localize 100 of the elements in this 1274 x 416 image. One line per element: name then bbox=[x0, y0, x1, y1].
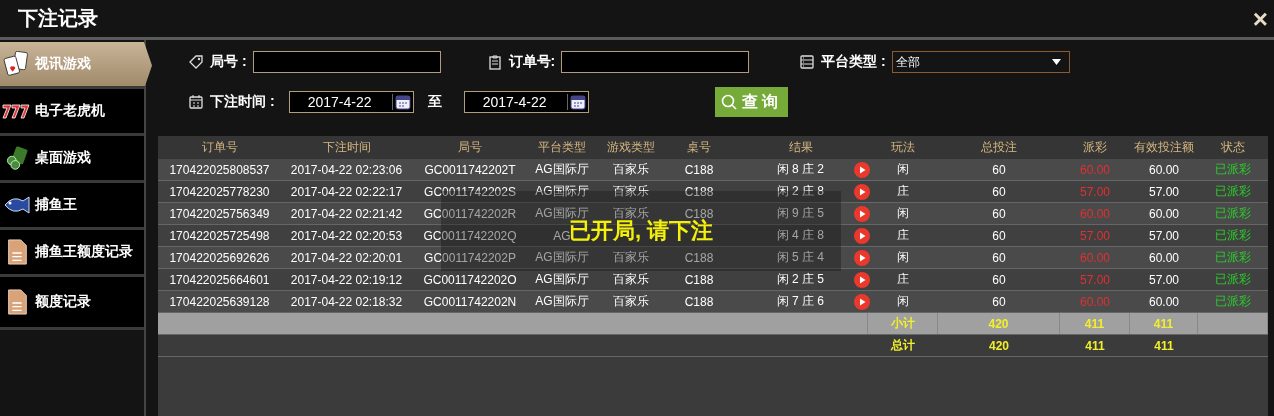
table-cell: 2017-04-22 02:20:53 bbox=[290, 228, 403, 243]
table-cell: 60.00 bbox=[1080, 250, 1110, 265]
column-header: 平台类型 bbox=[537, 139, 587, 156]
calendar-icon bbox=[188, 94, 204, 110]
sidebar-item[interactable]: 捕鱼王额度记录 bbox=[0, 230, 144, 277]
table-cell: C188 bbox=[684, 250, 714, 265]
column-header: 状态 bbox=[1220, 139, 1246, 156]
table-cell: C188 bbox=[684, 184, 714, 199]
table-cell: GC0011742202P bbox=[424, 250, 516, 265]
play-icon[interactable] bbox=[854, 161, 870, 178]
table-cell: 庄 bbox=[897, 227, 909, 244]
platform-label: 平台类型 : bbox=[821, 53, 886, 71]
column-header: 桌号 bbox=[686, 139, 712, 156]
table-cell: 庄 bbox=[897, 183, 909, 200]
table-cell: AG国际厅 bbox=[535, 249, 589, 266]
platform-select[interactable]: 全部 bbox=[891, 51, 1070, 73]
play-icon[interactable] bbox=[854, 227, 870, 244]
play-icon[interactable] bbox=[854, 183, 870, 200]
sidebar-item[interactable]: 桌面游戏 bbox=[0, 136, 144, 183]
total-cell-text: 411 bbox=[1153, 337, 1175, 355]
column-header: 局号 bbox=[457, 139, 483, 156]
round-input[interactable] bbox=[252, 51, 441, 73]
column-header: 派彩 bbox=[1082, 139, 1108, 156]
total-cell-text: 411 bbox=[1084, 337, 1106, 355]
table-cell: 闲 2 庄 5 bbox=[776, 271, 824, 288]
table-cell: 闲 8 庄 2 bbox=[776, 161, 824, 178]
table-cell: 闲 5 庄 4 bbox=[776, 249, 824, 266]
order-input[interactable] bbox=[561, 51, 750, 73]
table-cell: 2017-04-22 02:19:12 bbox=[290, 272, 403, 287]
table-cell: 170422025808537 bbox=[169, 162, 270, 177]
table-cell: AG国际厅 bbox=[535, 161, 589, 178]
column-header: 总投注 bbox=[980, 139, 1018, 156]
sidebar-item[interactable]: 电子老虎机 bbox=[0, 89, 144, 136]
dropdown-caret-icon bbox=[1051, 59, 1061, 65]
table-cell: 已派彩 bbox=[1215, 205, 1251, 222]
table-cell: 60.00 bbox=[1149, 206, 1179, 221]
sidebar-item[interactable]: 额度记录 bbox=[0, 277, 144, 330]
table-cell: 2017-04-22 02:20:01 bbox=[290, 250, 403, 265]
table-cell: 60 bbox=[992, 228, 1006, 243]
table-cell: 60 bbox=[992, 162, 1006, 177]
table-cell: 60.00 bbox=[1080, 206, 1110, 221]
play-icon[interactable] bbox=[854, 249, 870, 266]
list-icon bbox=[799, 54, 816, 70]
table-cell: GC0011742202O bbox=[423, 272, 517, 287]
play-icon[interactable] bbox=[854, 271, 870, 288]
table-cell: 闲 9 庄 5 bbox=[776, 205, 824, 222]
date-from-field[interactable]: 2017-4-22 bbox=[288, 91, 414, 113]
calendar-icon[interactable] bbox=[566, 94, 586, 110]
play-icon[interactable] bbox=[854, 205, 870, 222]
table-cell: 闲 bbox=[897, 293, 909, 310]
bet-time-label: 下注时间 : bbox=[210, 93, 275, 111]
table-cell: 已派彩 bbox=[1215, 161, 1251, 178]
clipboard-icon bbox=[486, 54, 503, 70]
table-cell: 闲 7 庄 6 bbox=[776, 293, 824, 310]
table-cell: 60.00 bbox=[1149, 250, 1179, 265]
sidebar-item[interactable]: 捕鱼王 bbox=[0, 183, 144, 230]
round-label: 局号 : bbox=[210, 53, 247, 71]
table-cell: 170422025692626 bbox=[169, 250, 270, 265]
table-cell: 已派彩 bbox=[1215, 271, 1251, 288]
table-cell: 60.00 bbox=[1149, 162, 1179, 177]
column-header: 游戏类型 bbox=[605, 139, 656, 156]
table-cell: 2017-04-22 02:22:17 bbox=[290, 184, 403, 199]
table-cell: 百家乐 bbox=[612, 271, 649, 288]
table-cell: 57.00 bbox=[1149, 272, 1179, 287]
table-cell: 百家乐 bbox=[612, 249, 649, 266]
table-cell: 57.00 bbox=[1149, 184, 1179, 199]
table-cell: GC0011742202N bbox=[423, 294, 517, 309]
table-cell: 2017-04-22 02:18:32 bbox=[290, 294, 403, 309]
table-cell: 已派彩 bbox=[1215, 249, 1251, 266]
table-cell: AG bbox=[553, 228, 571, 243]
table-cell: GC0011742202R bbox=[423, 206, 517, 221]
table-cell: 170422025725498 bbox=[169, 228, 270, 243]
total-cell: 411 bbox=[1060, 313, 1130, 334]
total-label: 总计 bbox=[889, 337, 916, 354]
table-cell: 2017-04-22 02:23:06 bbox=[290, 162, 403, 177]
search-icon bbox=[720, 94, 737, 110]
table-cell: 已派彩 bbox=[1215, 183, 1251, 200]
table-cell: AG国际厅 bbox=[535, 183, 589, 200]
table-cell: 百家乐 bbox=[612, 161, 649, 178]
table-cell: 60 bbox=[992, 294, 1006, 309]
date-to-field[interactable]: 2017-4-22 bbox=[463, 91, 589, 113]
table-cell: 57.00 bbox=[1080, 272, 1110, 287]
table-cell: AG国际厅 bbox=[535, 271, 589, 288]
table-cell: 60.00 bbox=[1080, 162, 1110, 177]
table-cell: 170422025664601 bbox=[169, 272, 270, 287]
total-cell: 420 bbox=[938, 313, 1060, 334]
total-cell: 411 bbox=[1130, 313, 1198, 334]
table-cell: 60 bbox=[992, 206, 1006, 221]
table-cell: GC0011742202T bbox=[424, 162, 516, 177]
table-cell: 60 bbox=[992, 272, 1006, 287]
table-cell: 闲 bbox=[897, 161, 909, 178]
column-header: 结果 bbox=[787, 139, 814, 156]
close-button[interactable]: × bbox=[1246, 5, 1274, 32]
table-cell: 闲 4 庄 8 bbox=[776, 227, 824, 244]
play-icon[interactable] bbox=[854, 293, 870, 310]
tag-icon bbox=[188, 54, 204, 70]
column-header: 订单号 bbox=[200, 139, 239, 156]
column-header: 下注时间 bbox=[321, 139, 372, 156]
table-cell: 庄 bbox=[897, 271, 909, 288]
calendar-icon[interactable] bbox=[391, 94, 411, 110]
